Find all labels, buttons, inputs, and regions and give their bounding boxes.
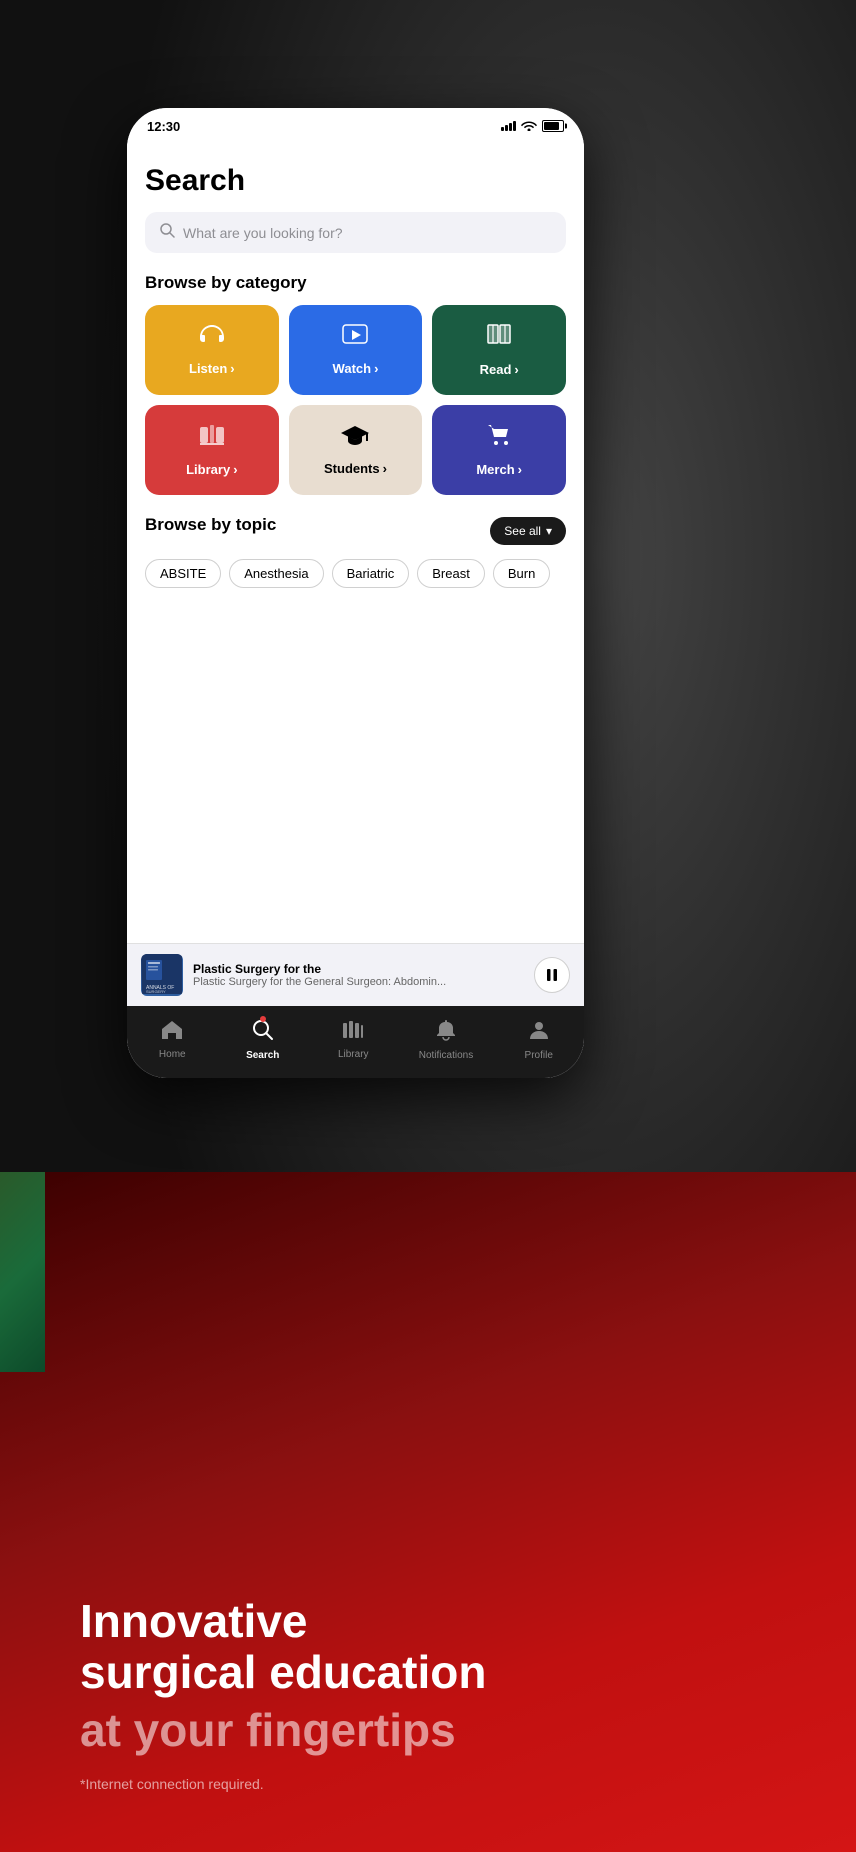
main-scroll: Search What are you looking for? Browse … bbox=[127, 144, 584, 943]
status-bar: 12:30 bbox=[127, 108, 584, 144]
status-time: 12:30 bbox=[147, 119, 180, 134]
now-playing-info: Plastic Surgery for the Plastic Surgery … bbox=[193, 962, 524, 988]
now-playing-thumbnail: ANNALS OF SURGERY bbox=[141, 954, 183, 996]
category-card-listen[interactable]: Listen › bbox=[145, 305, 279, 395]
now-playing-bar[interactable]: ANNALS OF SURGERY Plastic Surgery for th… bbox=[127, 943, 584, 1006]
category-card-merch[interactable]: Merch › bbox=[432, 405, 566, 495]
bell-icon bbox=[436, 1019, 456, 1047]
library-nav-icon bbox=[342, 1020, 364, 1046]
category-grid: Listen › Watch › bbox=[145, 305, 566, 495]
page-title: Search bbox=[145, 164, 566, 198]
category-card-read[interactable]: Read › bbox=[432, 305, 566, 395]
chevron-down-icon: ▾ bbox=[546, 524, 552, 538]
notification-dot bbox=[260, 1016, 266, 1022]
signal-icon bbox=[501, 121, 516, 131]
now-playing-subtitle: Plastic Surgery for the General Surgeon:… bbox=[193, 976, 524, 988]
topic-chip-absite[interactable]: ABSITE bbox=[145, 559, 221, 588]
search-placeholder: What are you looking for? bbox=[183, 225, 343, 241]
promo-text-block: Innovative surgical education at your fi… bbox=[80, 1596, 816, 1792]
graduation-icon bbox=[341, 424, 369, 453]
home-icon bbox=[161, 1020, 183, 1046]
book-icon bbox=[486, 323, 512, 354]
nav-item-home[interactable]: Home bbox=[147, 1020, 197, 1060]
pause-button[interactable] bbox=[534, 957, 570, 993]
search-icon bbox=[159, 222, 175, 243]
now-playing-title: Plastic Surgery for the bbox=[193, 962, 524, 976]
cart-icon bbox=[486, 423, 512, 454]
promo-line3: at your fingertips bbox=[80, 1705, 816, 1756]
headphones-icon bbox=[198, 324, 226, 353]
person-icon bbox=[529, 1019, 549, 1047]
library-nav-label: Library bbox=[338, 1049, 369, 1060]
profile-nav-label: Profile bbox=[525, 1050, 553, 1061]
battery-icon bbox=[542, 120, 564, 132]
wifi-icon bbox=[521, 119, 537, 134]
search-nav-icon bbox=[252, 1024, 274, 1046]
library-label: Library › bbox=[186, 462, 237, 477]
bottom-nav: Home Search bbox=[127, 1006, 584, 1078]
topic-chip-breast[interactable]: Breast bbox=[417, 559, 485, 588]
category-card-watch[interactable]: Watch › bbox=[289, 305, 423, 395]
svg-text:SURGERY: SURGERY bbox=[146, 989, 166, 994]
category-card-library[interactable]: Library › bbox=[145, 405, 279, 495]
students-label: Students › bbox=[324, 461, 387, 476]
promo-note: *Internet connection required. bbox=[80, 1776, 816, 1792]
topic-chip-burn[interactable]: Burn bbox=[493, 559, 550, 588]
library-icon bbox=[198, 423, 226, 454]
nav-item-search[interactable]: Search bbox=[238, 1019, 288, 1061]
promo-image-overlay bbox=[0, 1172, 45, 1372]
merch-label: Merch › bbox=[476, 462, 522, 477]
see-all-button[interactable]: See all ▾ bbox=[490, 517, 566, 545]
topic-chip-anesthesia[interactable]: Anesthesia bbox=[229, 559, 323, 588]
app-content: Search What are you looking for? Browse … bbox=[127, 144, 584, 1078]
home-nav-label: Home bbox=[159, 1049, 186, 1060]
nav-item-profile[interactable]: Profile bbox=[514, 1019, 564, 1061]
listen-label: Listen › bbox=[189, 361, 235, 376]
status-icons bbox=[501, 119, 564, 134]
play-icon bbox=[342, 324, 368, 353]
browse-topic-header: Browse by topic See all ▾ bbox=[145, 515, 566, 547]
phone-frame: 12:30 Search bbox=[127, 108, 584, 1078]
read-label: Read › bbox=[480, 362, 519, 377]
notifications-nav-label: Notifications bbox=[419, 1050, 473, 1061]
see-all-label: See all bbox=[504, 524, 541, 538]
nav-item-library[interactable]: Library bbox=[328, 1020, 378, 1060]
category-card-students[interactable]: Students › bbox=[289, 405, 423, 495]
topic-chip-bariatric[interactable]: Bariatric bbox=[332, 559, 410, 588]
search-nav-label: Search bbox=[246, 1050, 279, 1061]
search-bar[interactable]: What are you looking for? bbox=[145, 212, 566, 253]
watch-label: Watch › bbox=[333, 361, 379, 376]
search-nav-container bbox=[252, 1019, 274, 1047]
promo-section: Innovative surgical education at your fi… bbox=[0, 1172, 856, 1852]
topic-chips: ABSITE Anesthesia Bariatric Breast Burn bbox=[145, 559, 566, 588]
nav-item-notifications[interactable]: Notifications bbox=[419, 1019, 473, 1061]
browse-topic-title: Browse by topic bbox=[145, 515, 276, 535]
browse-category-title: Browse by category bbox=[145, 273, 566, 293]
promo-line1: Innovative surgical education bbox=[80, 1596, 816, 1697]
